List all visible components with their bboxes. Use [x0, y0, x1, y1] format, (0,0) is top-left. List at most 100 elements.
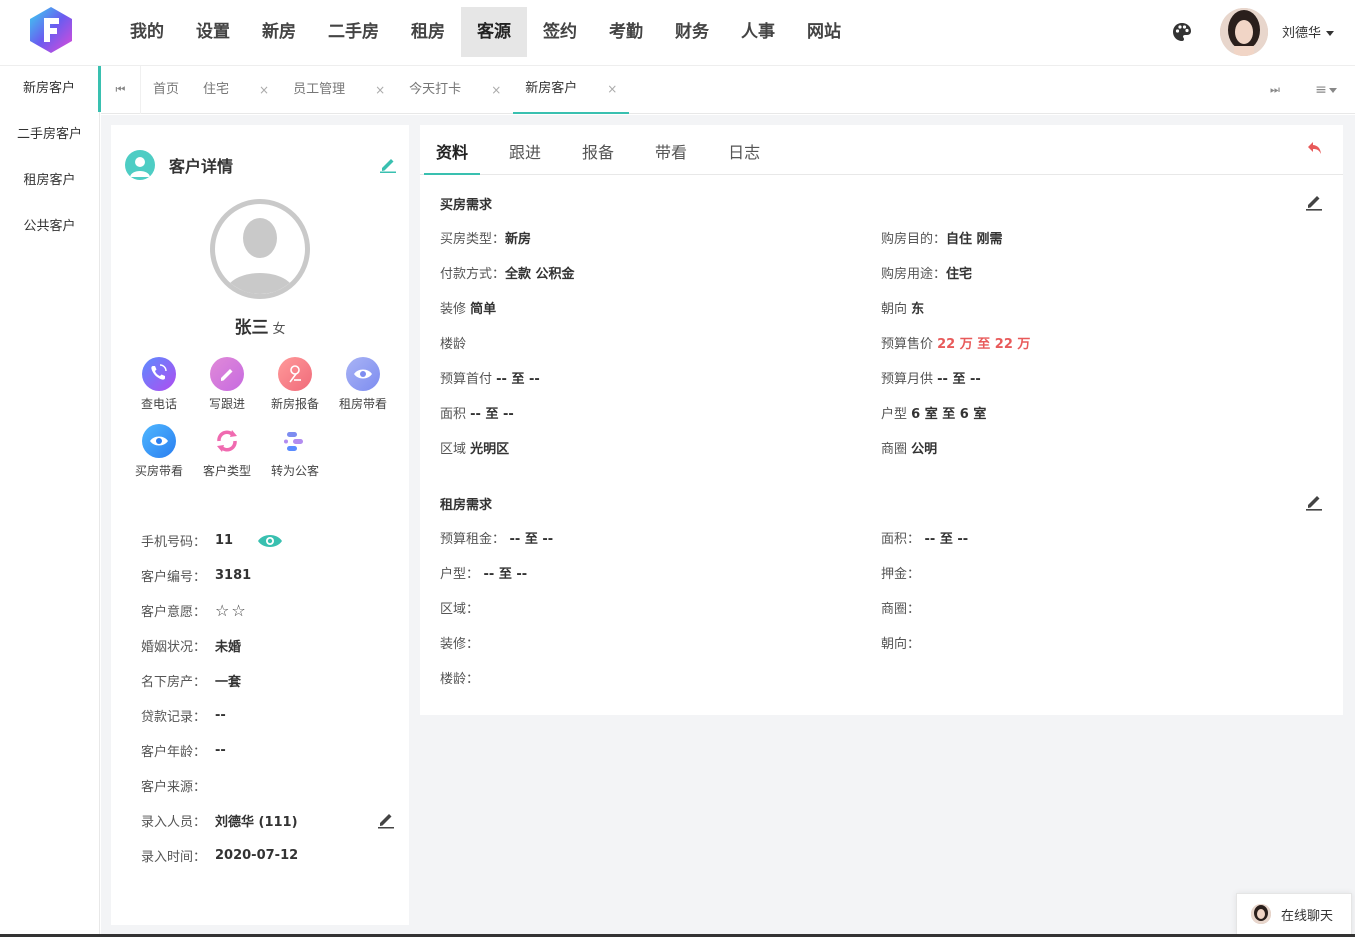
user-menu[interactable]: 刘德华 — [1282, 22, 1335, 41]
field-value: -- 至 -- — [505, 532, 554, 547]
close-icon[interactable]: × — [607, 66, 617, 112]
nav-item-8[interactable]: 财务 — [659, 7, 725, 57]
close-icon[interactable]: × — [491, 67, 501, 113]
action-pencil[interactable]: 写跟进 — [193, 357, 261, 424]
tabs-menu-icon[interactable]: ≡ — [1311, 66, 1341, 114]
info-row: 贷款记录： -- — [141, 698, 401, 733]
info-row: 婚姻状况： 未婚 — [141, 628, 401, 663]
field-value: 新房 — [505, 232, 532, 247]
info-row: 录入人员： 刘德华 (111) — [141, 803, 401, 838]
action-refresh[interactable]: 客户类型 — [193, 424, 261, 491]
field: 商圈： — [881, 598, 920, 617]
field-value: 东 — [911, 302, 925, 317]
star-icon[interactable]: ☆ — [215, 601, 229, 620]
field: 区域 光明区 — [440, 438, 509, 457]
close-icon[interactable]: × — [259, 67, 269, 113]
info-row: 手机号码： 11 — [141, 523, 401, 558]
detail-tab-1[interactable]: 跟进 — [497, 125, 553, 175]
close-icon[interactable]: × — [375, 67, 385, 113]
page-tab-label: 首页 — [153, 82, 180, 97]
page-tab-4[interactable]: 新房客户 × — [513, 66, 630, 114]
nav-item-0[interactable]: 我的 — [114, 7, 180, 57]
field-label: 朝向： — [881, 637, 921, 652]
sidebar-item-3[interactable]: 公共客户 — [0, 204, 99, 250]
detail-tab-2[interactable]: 报备 — [570, 125, 626, 175]
nav-item-10[interactable]: 网站 — [791, 7, 857, 57]
field: 预算首付 -- 至 -- — [440, 368, 540, 387]
nav-item-4[interactable]: 租房 — [395, 7, 461, 57]
field-value: 全款 公积金 — [505, 267, 575, 282]
field-value: -- 至 -- — [920, 532, 969, 547]
info-value: 刘德华 (111) — [215, 815, 298, 830]
nav-item-1[interactable]: 设置 — [180, 7, 246, 57]
page-tab-3[interactable]: 今天打卡 × — [397, 66, 513, 114]
field-value: 22 万 至 22 万 — [937, 337, 1031, 352]
info-row: 客户意愿： ☆ ☆ — [141, 593, 401, 628]
sidebar-item-1[interactable]: 二手房客户 — [0, 112, 99, 158]
nav-item-5[interactable]: 客源 — [461, 7, 527, 57]
field-label: 户型： — [440, 567, 480, 582]
info-key: 客户年龄： — [141, 745, 207, 760]
nav-item-9[interactable]: 人事 — [725, 7, 791, 57]
nav-item-7[interactable]: 考勤 — [593, 7, 659, 57]
online-chat-button[interactable]: 在线聊天 — [1236, 893, 1352, 935]
info-value: 2020-07-12 — [215, 848, 299, 863]
main-nav: 我的 设置 新房 二手房 租房 客源 签约 考勤 财务 人事 网站 — [114, 7, 857, 57]
tabs-scroll-right-icon[interactable]: ⏭ — [1265, 66, 1285, 114]
star-icon[interactable]: ☆ — [231, 601, 245, 620]
detail-tab-3[interactable]: 带看 — [643, 125, 699, 175]
sidebar-item-0[interactable]: 新房客户 — [0, 66, 101, 112]
default-avatar-icon — [225, 218, 295, 294]
edit-rent-icon[interactable] — [1304, 491, 1324, 511]
edit-buy-icon[interactable] — [1304, 191, 1324, 211]
field-label: 预算月供 — [881, 372, 938, 387]
phone-icon — [142, 357, 176, 391]
action-label: 查电话 — [140, 397, 177, 411]
app-logo-icon[interactable] — [28, 5, 74, 55]
action-report[interactable]: 新房报备 — [261, 357, 329, 424]
field-value: 公明 — [911, 442, 938, 457]
sidebar: 新房客户 二手房客户 租房客户 公共客户 — [0, 66, 101, 937]
info-row: 客户年龄： -- — [141, 733, 401, 768]
field-label: 朝向 — [881, 302, 912, 317]
edit-icon[interactable] — [379, 155, 397, 173]
content-area: 客户详情 张三女 查电话 写跟进 新房报备 租房带看 买房带看 客户类型 转为公客 手机号码… — [101, 115, 1355, 937]
rent-section-title: 租房需求 — [440, 498, 493, 513]
info-key: 名下房产： — [141, 675, 207, 690]
page-tab-0[interactable]: 首页 — [141, 66, 191, 114]
customer-name: 张三 — [234, 318, 269, 338]
nav-item-2[interactable]: 新房 — [246, 7, 312, 57]
action-eye[interactable]: 租房带看 — [329, 357, 397, 424]
info-value: 3181 — [215, 568, 252, 583]
page-tab-1[interactable]: 住宅 × — [191, 66, 281, 114]
nav-item-6[interactable]: 签约 — [527, 7, 593, 57]
nav-item-3[interactable]: 二手房 — [312, 7, 395, 57]
field-label: 商圈 — [881, 442, 912, 457]
field-value: 6 室 至 6 室 — [911, 407, 987, 422]
action-transfer[interactable]: 转为公客 — [261, 424, 329, 491]
detail-tab-0[interactable]: 资料 — [424, 125, 481, 175]
action-eye[interactable]: 买房带看 — [125, 424, 193, 491]
pencil-icon — [210, 357, 244, 391]
field-label: 楼龄： — [440, 672, 480, 687]
user-avatar[interactable] — [1220, 8, 1268, 56]
page-tab-label: 员工管理 — [293, 82, 346, 97]
detail-tab-4[interactable]: 日志 — [716, 125, 772, 175]
tabs-scroll-left-icon[interactable]: ⏮ — [101, 66, 141, 114]
field-label: 买房类型： — [440, 232, 506, 247]
action-phone[interactable]: 查电话 — [125, 357, 193, 424]
undo-icon[interactable] — [1306, 139, 1324, 157]
field: 购房用途：住宅 — [881, 263, 972, 282]
info-row: 名下房产： 一套 — [141, 663, 401, 698]
palette-icon[interactable] — [1172, 22, 1192, 42]
sidebar-item-2[interactable]: 租房客户 — [0, 158, 99, 204]
username-label: 刘德华 — [1282, 26, 1322, 41]
reveal-eye-icon[interactable] — [257, 533, 283, 549]
page-tab-2[interactable]: 员工管理 × — [281, 66, 397, 114]
field: 装修 简单 — [440, 298, 496, 317]
field-value: 简单 — [470, 302, 497, 317]
edit-icon[interactable] — [377, 811, 395, 829]
info-row: 客户来源： — [141, 768, 401, 803]
info-key: 客户意愿： — [141, 605, 207, 620]
field: 户型 6 室 至 6 室 — [881, 403, 986, 422]
